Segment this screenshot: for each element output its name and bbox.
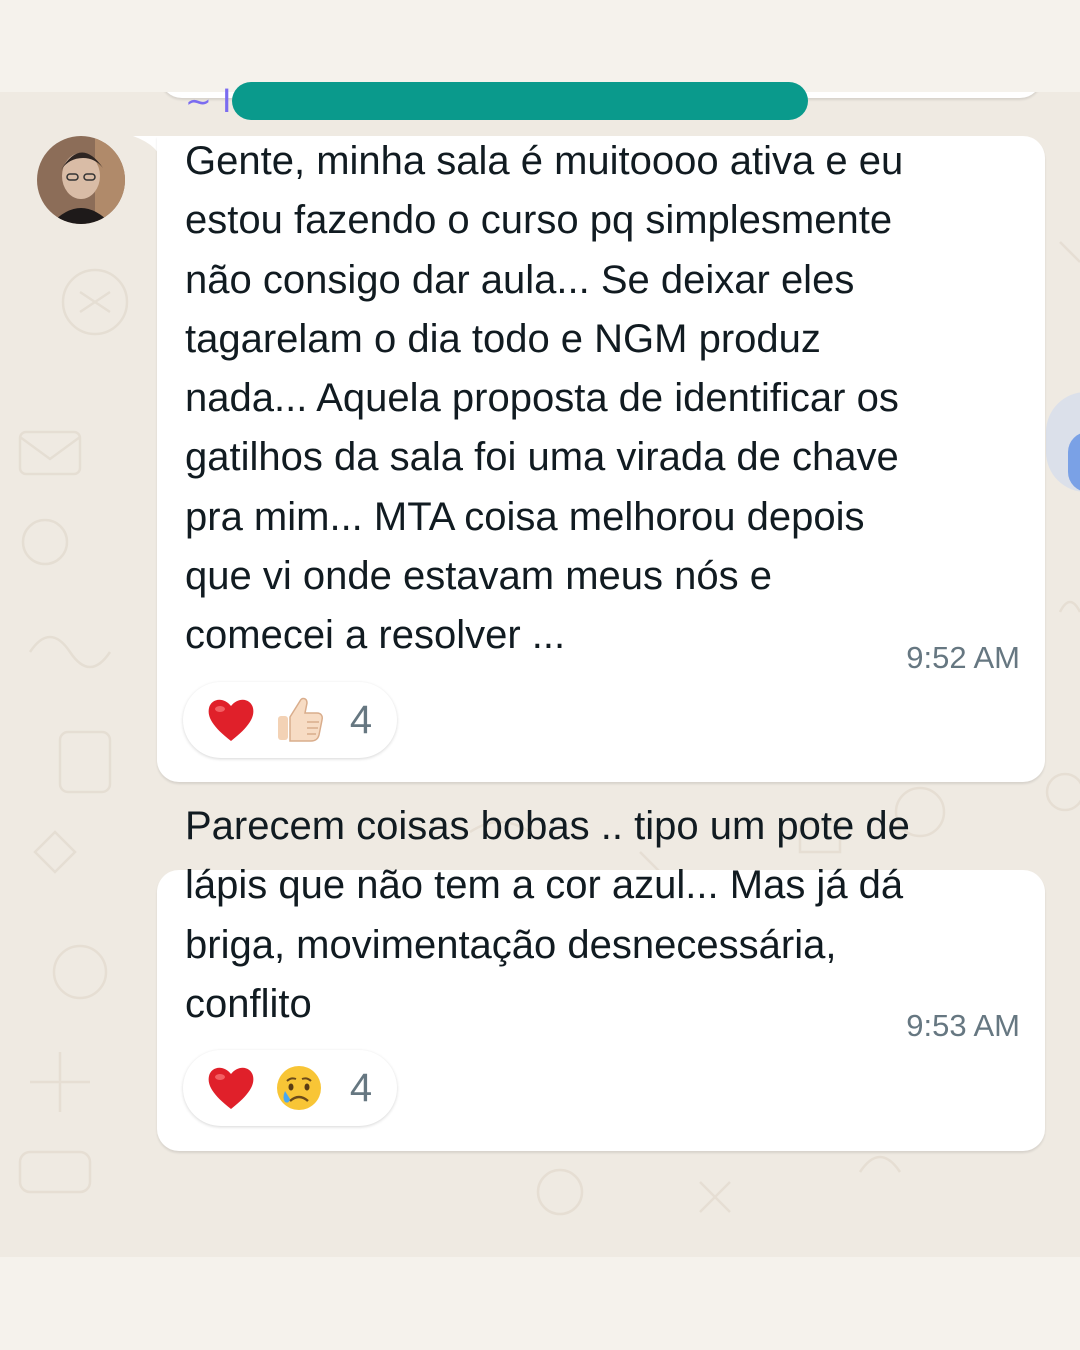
message-line: gatilhos da sala foi uma virada de chave bbox=[185, 435, 899, 480]
avatar-photo bbox=[37, 136, 125, 224]
heart-emoji bbox=[208, 1067, 254, 1109]
top-margin bbox=[0, 0, 1080, 92]
message-line: estou fazendo o curso pq simplesmente bbox=[185, 198, 893, 243]
crying-face-emoji bbox=[277, 1066, 321, 1110]
sender-name-redaction bbox=[232, 82, 808, 120]
message-line: lápis que não tem a cor azul... Mas já d… bbox=[185, 863, 904, 908]
message-text: Gente, minha sala é muitoooo ativa e eu … bbox=[185, 132, 1025, 666]
thumbs-up-emoji bbox=[278, 697, 323, 742]
reaction-count: 4 bbox=[349, 698, 373, 742]
heart-emoji bbox=[208, 699, 254, 741]
message-line: tagarelam o dia todo e NGM produz bbox=[185, 316, 821, 361]
avatar[interactable] bbox=[37, 136, 125, 224]
message-line: que vi onde estavam meus nós e bbox=[185, 554, 773, 599]
message-line: briga, movimentação desnecessária, bbox=[185, 922, 837, 967]
reactions-pill[interactable]: 4 bbox=[183, 682, 397, 758]
message-line: Parecem coisas bobas .. tipo um pote de bbox=[185, 804, 910, 848]
message-line: não consigo dar aula... Se deixar eles bbox=[185, 257, 855, 302]
message-text: Parecem coisas bobas .. tipo um pote de … bbox=[185, 797, 1025, 1034]
reaction-count: 4 bbox=[349, 1066, 373, 1110]
message-line: pra mim... MTA coisa melhorou depois bbox=[185, 494, 865, 539]
reactions-pill[interactable]: 4 bbox=[183, 1050, 397, 1126]
message-line: Gente, minha sala é muitoooo ativa e eu bbox=[185, 139, 904, 183]
bottom-margin bbox=[0, 1257, 1080, 1350]
message-timestamp: 9:53 AM bbox=[906, 1008, 1020, 1043]
message-timestamp: 9:52 AM bbox=[906, 640, 1020, 675]
message-line: nada... Aquela proposta de identificar o… bbox=[185, 376, 899, 421]
sender-name-prefix: ~ I bbox=[185, 82, 232, 120]
